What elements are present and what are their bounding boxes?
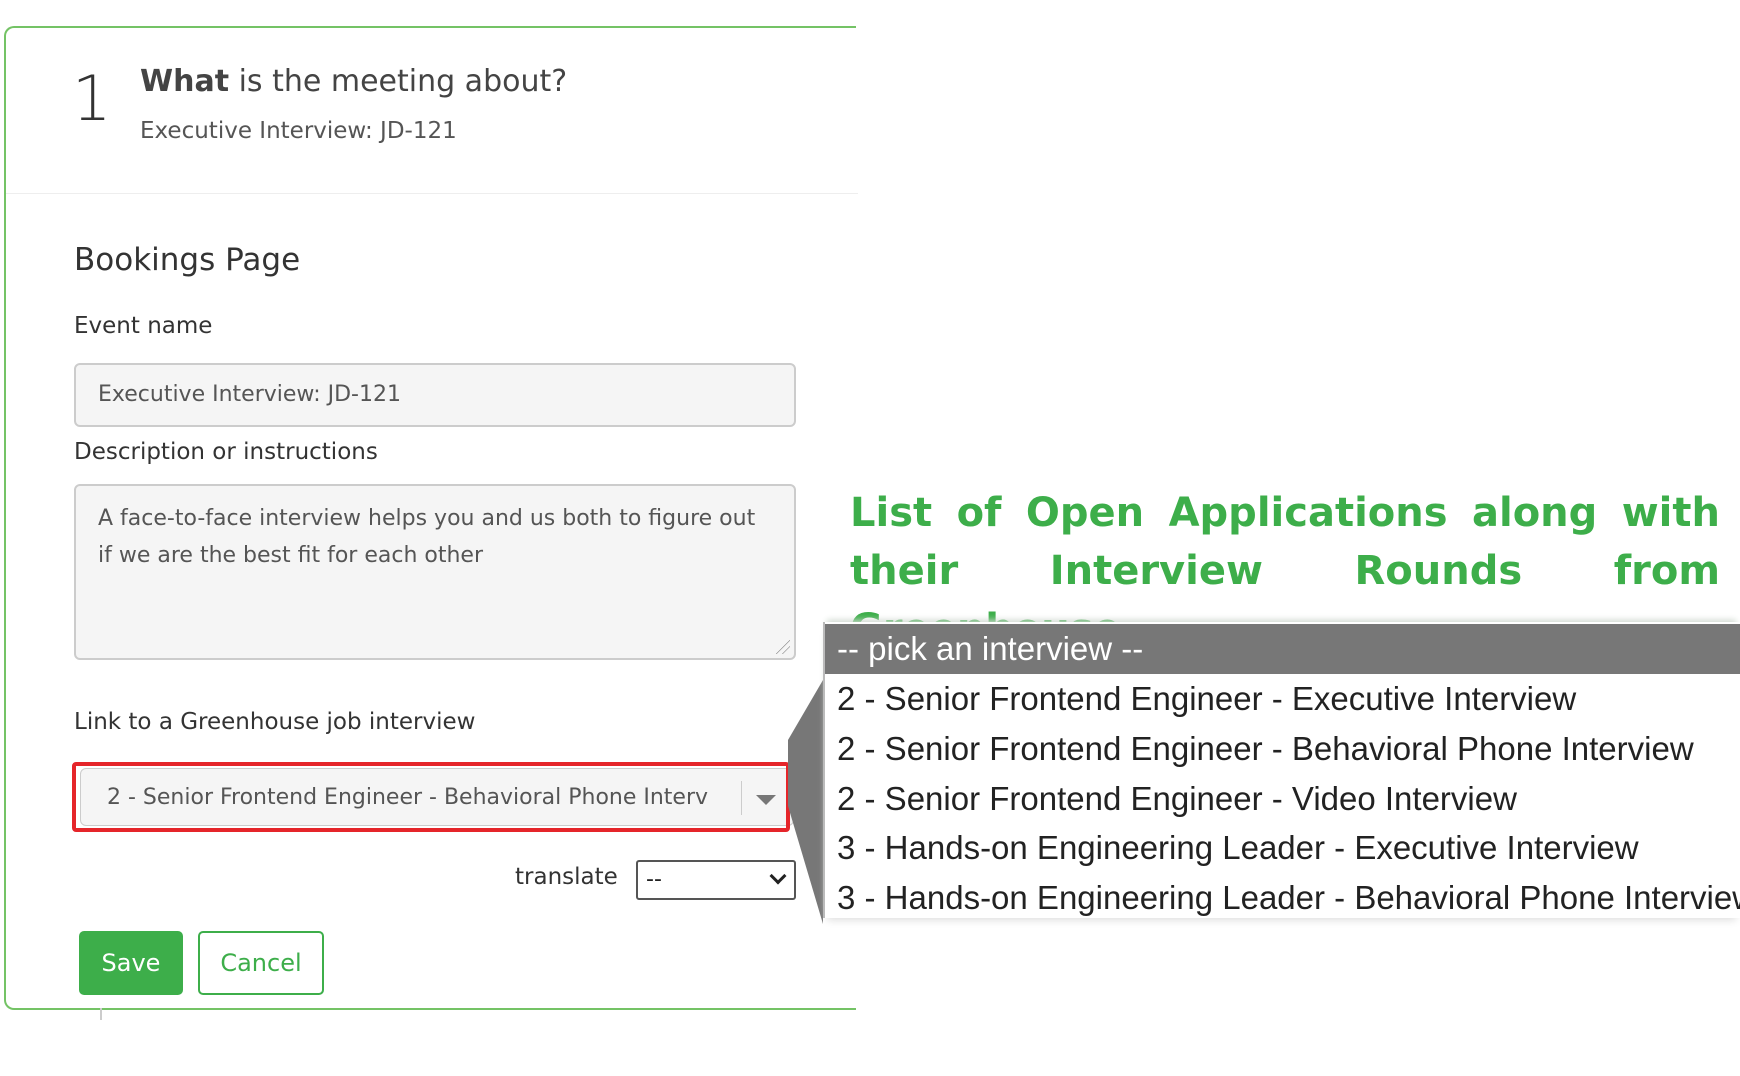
- dropdown-option[interactable]: 3 - Hands-on Engineering Leader - Behavi…: [825, 873, 1740, 918]
- translate-value: --: [646, 867, 662, 892]
- step-question-rest: is the meeting about?: [229, 64, 568, 99]
- booking-form-panel: 1 What is the meeting about? Executive I…: [4, 26, 858, 1010]
- section-title: Bookings Page: [74, 242, 301, 278]
- event-name-input[interactable]: Executive Interview: JD-121: [74, 363, 796, 427]
- resize-grip-icon[interactable]: [776, 640, 790, 654]
- select-highlight-box: [72, 762, 790, 832]
- dropdown-option[interactable]: 3 - Hands-on Engineering Leader - Execut…: [825, 823, 1740, 873]
- event-name-label: Event name: [74, 313, 213, 339]
- step-question-bold: What: [140, 64, 230, 99]
- step-number: 1: [72, 62, 112, 135]
- dropdown-option[interactable]: 2 - Senior Frontend Engineer - Video Int…: [825, 774, 1740, 824]
- panel-divider-tick: [100, 1008, 102, 1020]
- chevron-down-icon: [769, 867, 787, 885]
- step-question: What is the meeting about?: [140, 64, 567, 99]
- interview-dropdown-list: -- pick an interview -- 2 - Senior Front…: [823, 622, 1740, 918]
- cancel-button[interactable]: Cancel: [198, 931, 324, 995]
- description-label: Description or instructions: [74, 439, 378, 465]
- dropdown-option[interactable]: -- pick an interview --: [825, 624, 1740, 674]
- translate-select[interactable]: --: [636, 860, 796, 900]
- callout-line-1: List of Open Applications along with: [850, 490, 1720, 536]
- description-textarea[interactable]: A face-to-face interview helps you and u…: [74, 484, 796, 660]
- translate-label: translate: [515, 864, 618, 890]
- description-text: A face-to-face interview helps you and u…: [98, 506, 756, 568]
- step-subtitle: Executive Interview: JD-121: [140, 118, 457, 144]
- step-header: 1 What is the meeting about? Executive I…: [6, 28, 858, 194]
- dropdown-option[interactable]: 2 - Senior Frontend Engineer - Executive…: [825, 674, 1740, 724]
- save-button[interactable]: Save: [79, 931, 183, 995]
- dropdown-option[interactable]: 2 - Senior Frontend Engineer - Behaviora…: [825, 724, 1740, 774]
- greenhouse-label: Link to a Greenhouse job interview: [74, 709, 476, 735]
